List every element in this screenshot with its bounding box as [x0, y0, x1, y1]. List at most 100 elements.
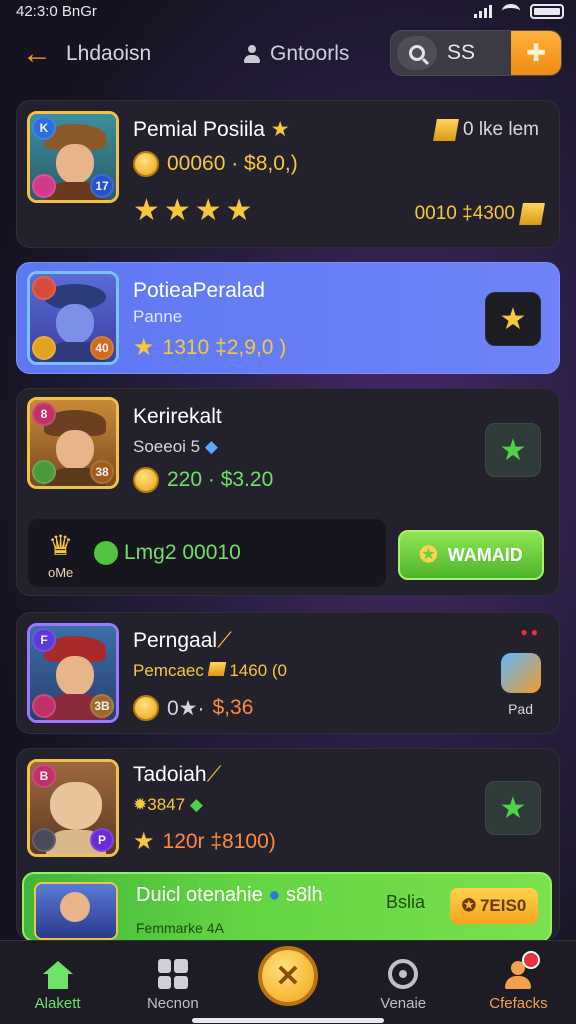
item-subtitle: Pemcaec 1460 (0	[133, 661, 288, 680]
gold-bar-icon	[207, 662, 226, 676]
list-item[interactable]: F 3B Perngaal⟋ Pemcaec 1460 (0 0★· $,36 ●…	[16, 612, 560, 734]
home-icon	[42, 961, 73, 989]
star-icon: ★	[499, 791, 527, 825]
search-icon	[409, 45, 425, 61]
info-icon: ●	[268, 884, 281, 906]
battery-icon	[530, 3, 564, 19]
favorite-button[interactable]: ★	[485, 781, 541, 835]
gold-action-button[interactable]: ✚	[511, 31, 561, 75]
reward-panel: ♛ oMe Lmg2 00010	[28, 519, 386, 587]
avatar: 8 38	[27, 397, 119, 489]
item-title: Perngaal⟋	[133, 629, 232, 652]
gift-icon: ✪	[461, 896, 476, 915]
item-price: ★ 1310 ‡2,9,0 )	[133, 334, 287, 361]
list-item-selected[interactable]: 40 PotieaPeralad Panne ★ 1310 ‡2,9,0 ) ★	[16, 262, 560, 374]
promo-avatar	[34, 882, 118, 940]
gem-icon: ◆	[204, 437, 218, 456]
nav-item-grid[interactable]: Necnon	[115, 941, 230, 1024]
reward-button[interactable]: ✪ WAMAID	[398, 530, 544, 580]
item-right-value: 0010 ‡4300	[415, 203, 545, 225]
nav-item-profile[interactable]: Cfefacks	[461, 941, 576, 1024]
item-title: Kerirekalt	[133, 405, 222, 428]
back-label: Lhdaoisn	[66, 42, 152, 65]
avatar: B P	[27, 759, 119, 857]
item-subtitle: Soeeoi 5 ◆	[133, 437, 218, 456]
avatar-badge: F	[32, 628, 56, 652]
burst-icon: ✹	[133, 795, 148, 814]
avatar-badge: 3B	[90, 694, 114, 718]
reward-label: Lmg2 00010	[124, 541, 241, 564]
search-button[interactable]	[397, 36, 437, 70]
grid-icon	[157, 959, 188, 989]
avatar-badge	[32, 828, 56, 852]
gem-icon: ◆	[189, 795, 203, 814]
menu-dots-icon[interactable]: ●●	[521, 625, 542, 639]
header: ← Lhdaoisn Gntoorls SS ✚	[0, 22, 576, 86]
home-indicator	[192, 1018, 384, 1023]
avatar: K 17	[27, 111, 119, 203]
pad-label: Pad	[508, 701, 533, 717]
item-price: 220 · $3.20	[133, 467, 273, 493]
crown-icon: ♛	[48, 530, 74, 561]
back-arrow-icon: ←	[22, 37, 52, 70]
avatar-badge	[32, 460, 56, 484]
star-icon: ★	[133, 828, 155, 855]
pad-icon[interactable]	[501, 653, 541, 693]
target-icon	[388, 959, 419, 989]
avatar-badge	[32, 174, 56, 198]
star-icon: ★	[133, 334, 155, 361]
controls-tab[interactable]: Gntoorls	[242, 42, 349, 66]
search-bar[interactable]: SS ✚	[390, 30, 562, 76]
gold-bar-icon	[433, 119, 459, 141]
item-subtitle: Panne	[133, 307, 183, 326]
promo-title: Duicl otenahie ● s8lh	[136, 884, 323, 906]
promo-claim-button[interactable]: ✪ 7EIS0	[450, 888, 538, 924]
reward-coin-icon	[94, 541, 118, 565]
badge-icon: ✪	[419, 542, 438, 567]
controls-label: Gntoorls	[270, 42, 350, 65]
reward-caption: oMe	[48, 565, 74, 580]
status-icons	[474, 3, 564, 19]
item-subtitle: ✹3847 ◆	[133, 795, 203, 814]
nav-item-target[interactable]: Venaie	[346, 941, 461, 1024]
gold-bar-icon	[519, 203, 545, 225]
item-price: 0★· $,36	[133, 695, 253, 721]
star-icon: ★	[499, 433, 527, 467]
rating-stars: ★★★★	[133, 194, 257, 227]
person-icon	[242, 44, 262, 64]
avatar: 40	[27, 271, 119, 365]
favorite-button[interactable]: ★	[485, 292, 541, 346]
avatar-badge	[32, 336, 56, 360]
favorite-button[interactable]: ★	[485, 423, 541, 477]
item-price: 00060 · $8,0,)	[133, 151, 298, 177]
coin-icon	[133, 467, 159, 493]
coin-icon	[133, 695, 159, 721]
avatar-badge: 17	[90, 174, 114, 198]
star-icon: ★	[499, 302, 527, 336]
list-item[interactable]: K 17 Pemial Posiila ★ 00060 · $8,0,) ★★★…	[16, 100, 560, 248]
item-title: PotieaPeralad	[133, 279, 265, 302]
item-price: ★ 120r ‡8100)	[133, 828, 276, 855]
avatar: F 3B	[27, 623, 119, 723]
close-icon: ✕	[275, 959, 301, 993]
plus-badge-icon: ✚	[525, 39, 547, 67]
coin-icon	[133, 151, 159, 177]
item-title: Tadoiah⟋	[133, 763, 222, 786]
wifi-icon	[502, 4, 520, 18]
status-bar: 42:3:0 BnGr	[0, 0, 576, 22]
item-title: Pemial Posiila ★	[133, 118, 290, 141]
item-right-label: 0 lke lem	[433, 119, 539, 141]
center-close-button[interactable]: ✕	[258, 946, 318, 1006]
promo-subtitle: Femmarke 4A	[136, 920, 224, 936]
avatar-badge: 40	[90, 336, 114, 360]
avatar-badge: B	[32, 764, 56, 788]
avatar-badge: 38	[90, 460, 114, 484]
signal-icon	[474, 4, 492, 18]
back-button[interactable]: ← Lhdaoisn	[22, 39, 222, 69]
search-input[interactable]: SS	[447, 41, 503, 65]
promo-middle-label: Bslia	[386, 892, 426, 912]
nav-item-home[interactable]: Alakett	[0, 941, 115, 1024]
promo-banner[interactable]: Duicl otenahie ● s8lh Femmarke 4A Bslia …	[22, 872, 552, 942]
notification-dot	[522, 951, 541, 969]
avatar-badge	[32, 276, 56, 300]
